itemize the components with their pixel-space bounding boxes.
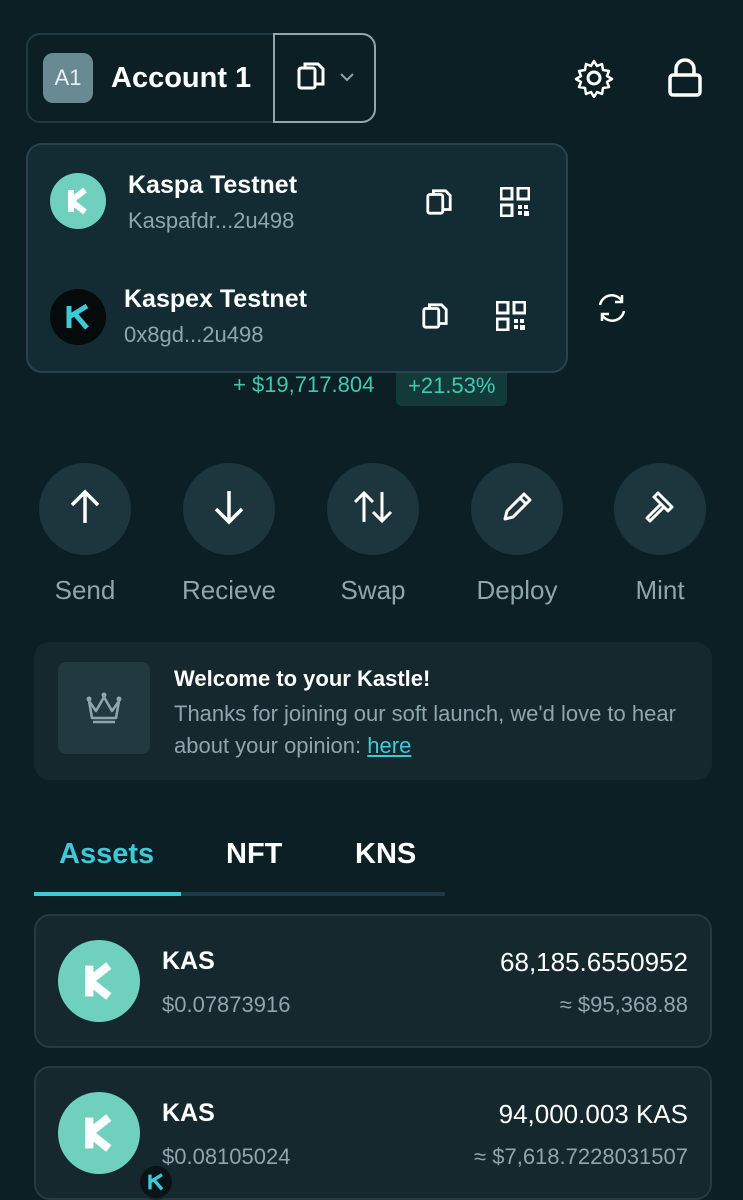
feedback-link[interactable]: here: [367, 733, 411, 758]
asset-amount: 68,185.6550952: [500, 947, 688, 977]
asset-tabs: Assets NFT KNS: [34, 830, 445, 896]
refresh-icon[interactable]: [592, 290, 632, 326]
receive-button[interactable]: Recieve: [182, 463, 276, 605]
network-name: Kaspex Testnet: [124, 285, 307, 313]
welcome-banner: Welcome to your Kastle! Thanks for joini…: [34, 642, 712, 780]
account-name: Account 1: [111, 61, 252, 94]
asset-row[interactable]: KAS $0.08105024 94,000.003 KAS ≈ $7,618.…: [34, 1066, 712, 1200]
network-address: Kaspafdr...2u498: [128, 208, 295, 233]
asset-symbol: KAS: [162, 1099, 215, 1127]
mint-label: Mint: [635, 575, 685, 605]
arrow-up-icon: [65, 487, 105, 532]
send-button[interactable]: Send: [39, 463, 131, 605]
welcome-title: Welcome to your Kastle!: [174, 666, 431, 691]
arrow-down-icon: [209, 487, 249, 532]
deploy-label: Deploy: [476, 575, 558, 605]
avatar: A1: [43, 53, 93, 103]
copy-icon[interactable]: [422, 185, 456, 219]
network-address: 0x8gd...2u498: [124, 322, 264, 347]
deploy-button[interactable]: Deploy: [471, 463, 563, 605]
welcome-text: Thanks for joining our soft launch, we'd…: [174, 701, 676, 758]
kaspa-logo-icon: [50, 173, 106, 229]
asset-price: $0.08105024: [162, 1144, 291, 1169]
pencil-icon: [497, 487, 537, 532]
asset-row[interactable]: KAS $0.07873916 68,185.6550952 ≈ $95,368…: [34, 914, 712, 1048]
asset-amount: 94,000.003 KAS: [498, 1099, 688, 1129]
copy-address-dropdown-button[interactable]: [273, 33, 376, 123]
tab-kns[interactable]: KNS: [355, 838, 416, 871]
mint-button[interactable]: Mint: [614, 463, 706, 605]
receive-label: Recieve: [182, 575, 276, 605]
send-label: Send: [54, 575, 116, 605]
network-row-kaspex[interactable]: Kaspex Testnet 0x8gd...2u498: [28, 269, 566, 369]
tab-assets[interactable]: Assets: [59, 838, 154, 871]
swap-icon: [351, 487, 395, 532]
asset-value: ≈ $95,368.88: [559, 992, 688, 1017]
balance-change-amount: + $19,717.804: [233, 372, 375, 397]
asset-price: $0.07873916: [162, 992, 291, 1017]
network-address-dropdown: Kaspa Testnet Kaspafdr...2u498 Kaspex Te…: [26, 143, 568, 373]
tab-active-indicator: [34, 892, 181, 896]
kaspex-logo-icon: [50, 289, 106, 345]
tab-nft[interactable]: NFT: [226, 838, 282, 871]
qr-code-icon[interactable]: [494, 299, 528, 333]
gear-icon[interactable]: [574, 58, 614, 98]
swap-button[interactable]: Swap: [327, 463, 419, 605]
copy-icon: [296, 60, 326, 97]
network-row-kaspa[interactable]: Kaspa Testnet Kaspafdr...2u498: [28, 153, 566, 253]
network-name: Kaspa Testnet: [128, 171, 298, 199]
swap-label: Swap: [340, 575, 406, 605]
kaspa-logo-icon: [58, 940, 140, 1022]
asset-symbol: KAS: [162, 947, 215, 975]
chevron-down-icon: [339, 69, 354, 87]
hammer-icon: [640, 487, 680, 532]
asset-value: ≈ $7,618.7228031507: [474, 1144, 688, 1169]
crown-icon: [58, 662, 150, 754]
qr-code-icon[interactable]: [498, 185, 532, 219]
kaspa-logo-icon: [58, 1092, 174, 1200]
lock-icon[interactable]: [665, 58, 705, 98]
copy-icon[interactable]: [418, 299, 452, 333]
